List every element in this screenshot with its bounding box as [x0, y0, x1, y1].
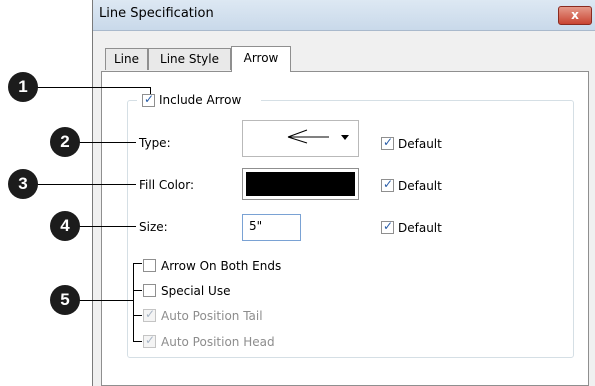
title-bar: Line Specification x [93, 0, 595, 31]
callout-2-leader [78, 142, 136, 143]
callout-4-leader [78, 226, 136, 227]
checkmark-icon: ✓ [145, 307, 156, 321]
callout-5-bracket-tick [133, 341, 142, 342]
callout-5-bracket-tick [133, 290, 142, 291]
checkmark-icon: ✓ [383, 219, 394, 233]
tab-line-style[interactable]: Line Style [148, 48, 231, 70]
auto-position-head-checkbox[interactable]: ✓ [143, 333, 156, 348]
tab-line-style-label: Line Style [160, 52, 219, 66]
type-label: Type: [139, 136, 171, 150]
arrow-style-icon [287, 129, 349, 144]
callout-5: 5 [50, 285, 80, 315]
type-default-checkbox[interactable]: ✓ [381, 135, 394, 150]
callout-5-bracket-tick [133, 315, 142, 316]
tab-arrow[interactable]: Arrow [231, 46, 291, 72]
callout-1: 1 [8, 72, 38, 102]
checkmark-icon: ✓ [144, 92, 155, 106]
size-default-checkbox[interactable]: ✓ [381, 219, 394, 234]
arrow-on-both-ends-label: Arrow On Both Ends [161, 259, 282, 273]
special-use-checkbox[interactable] [143, 284, 156, 297]
fill-color-default-checkbox[interactable]: ✓ [381, 177, 394, 192]
callout-2: 2 [50, 127, 80, 157]
close-button[interactable]: x [558, 6, 592, 25]
auto-position-tail-label: Auto Position Tail [161, 309, 263, 323]
fill-color-swatch [246, 172, 355, 196]
callout-5-bracket-tick [133, 263, 142, 264]
chevron-down-icon [341, 135, 349, 140]
auto-position-head-label: Auto Position Head [161, 335, 275, 349]
auto-position-tail-checkbox[interactable]: ✓ [143, 307, 156, 322]
fill-color-default-label: Default [398, 179, 442, 193]
callout-5-leader [78, 300, 134, 301]
fill-color-button[interactable] [242, 168, 359, 200]
size-input[interactable]: 5" [242, 214, 301, 241]
checkmark-icon: ✓ [145, 333, 156, 347]
include-arrow-label: Include Arrow [159, 93, 242, 107]
arrow-on-both-ends-checkbox[interactable] [143, 259, 156, 272]
callout-5-bracket [133, 263, 134, 342]
arrow-type-dropdown[interactable] [242, 120, 359, 157]
type-default-label: Default [398, 137, 442, 151]
checkmark-icon: ✓ [383, 177, 394, 191]
include-arrow-checkbox[interactable]: ✓ [142, 92, 155, 107]
close-icon: x [571, 8, 579, 22]
size-default-label: Default [398, 221, 442, 235]
callout-3: 3 [8, 169, 38, 199]
callout-4: 4 [50, 211, 80, 241]
tab-arrow-label: Arrow [243, 51, 279, 65]
callout-3-leader [36, 184, 136, 185]
size-label: Size: [139, 220, 168, 234]
fill-color-label: Fill Color: [139, 178, 195, 192]
callout-1-leader [36, 87, 151, 88]
dialog-title: Line Specification [99, 6, 214, 21]
callout-1-leader-drop [150, 87, 151, 94]
tab-line[interactable]: Line [105, 48, 148, 70]
checkmark-icon: ✓ [383, 135, 394, 149]
tab-line-label: Line [113, 52, 139, 66]
special-use-label: Special Use [161, 284, 231, 298]
